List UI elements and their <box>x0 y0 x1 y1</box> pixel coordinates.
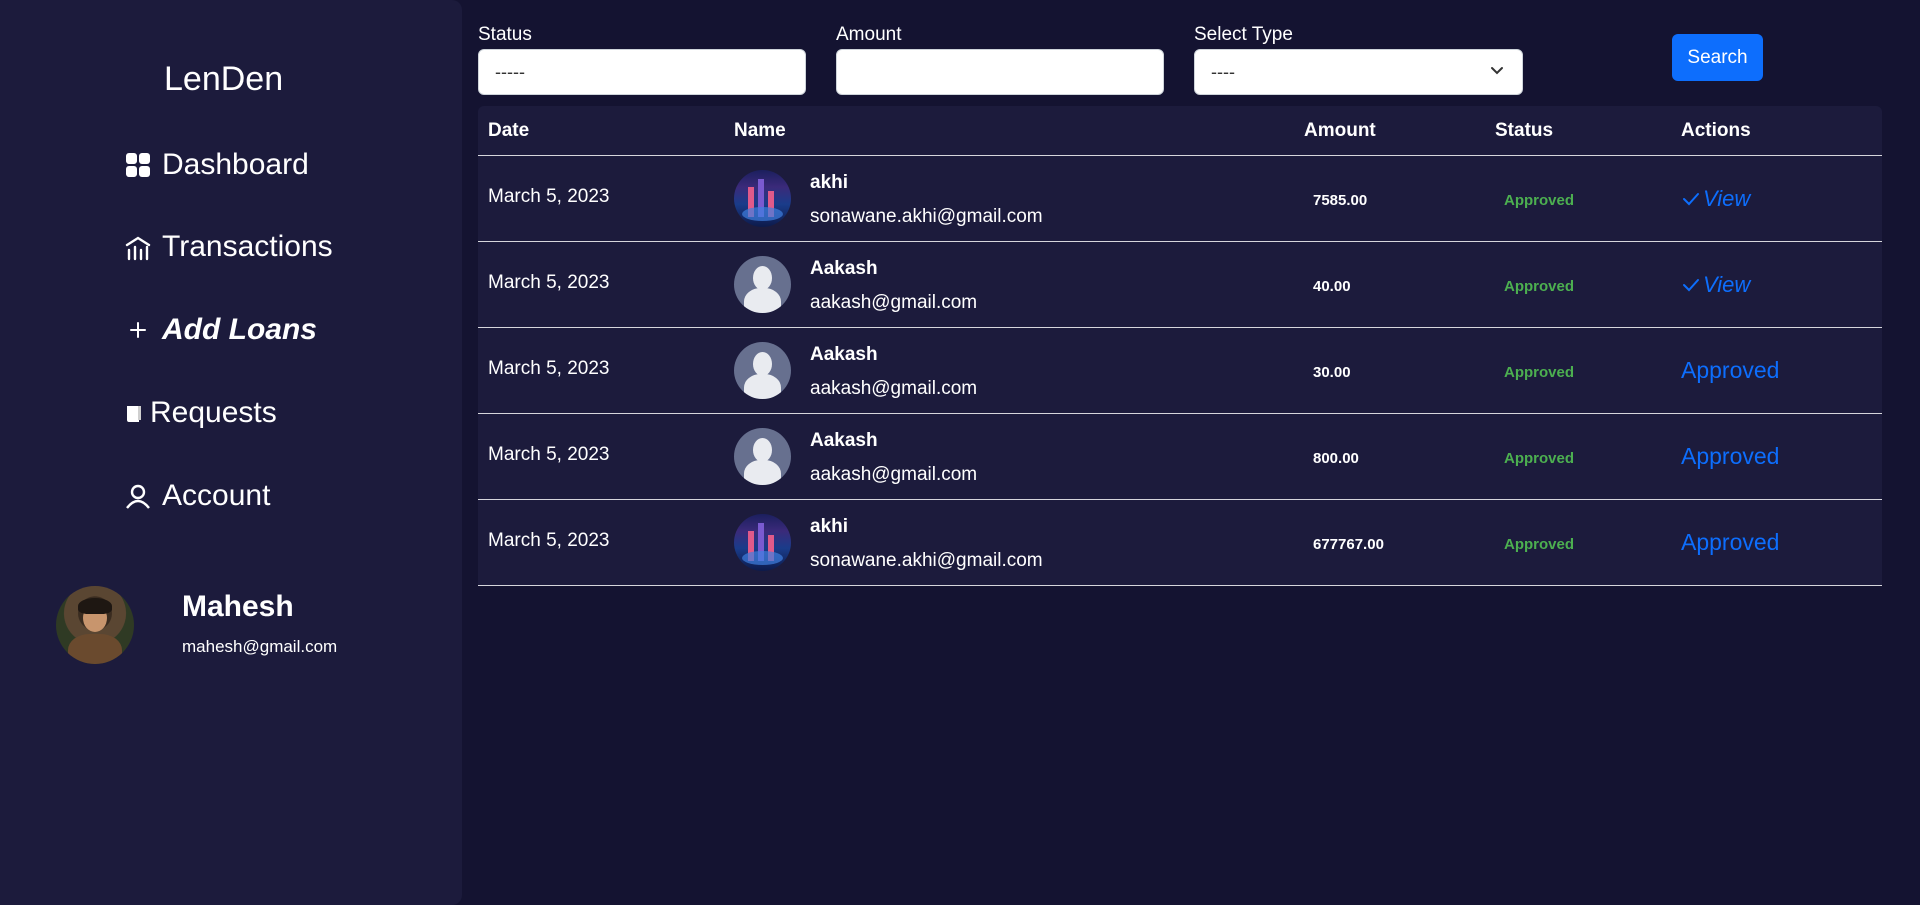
row-email: sonawane.akhi@gmail.com <box>810 550 1043 571</box>
action-status-text: Approved <box>1681 357 1780 383</box>
row-date: March 5, 2023 <box>488 358 610 379</box>
type-select-value: ---- <box>1211 61 1235 82</box>
action-status-text: Approved <box>1681 529 1780 555</box>
row-email: aakash@gmail.com <box>810 378 978 399</box>
user-avatar <box>734 342 791 399</box>
dashboard-grid-icon <box>124 151 152 179</box>
status-badge: Approved <box>1504 536 1575 553</box>
chevron-down-icon <box>1488 61 1506 84</box>
user-avatar <box>734 514 791 571</box>
user-avatar <box>734 170 791 227</box>
user-icon <box>124 482 152 510</box>
row-amount: 800.00 <box>1313 450 1359 467</box>
loans-table: Date Name Amount Status Actions March 5,… <box>478 106 1882 586</box>
sidebar-item-label: Add Loans <box>162 313 317 346</box>
sidebar-item-label: Requests <box>150 396 277 429</box>
sidebar-item-transactions[interactable]: Transactions <box>124 230 333 264</box>
brand-logo[interactable]: LenDen <box>164 60 283 99</box>
status-filter-input[interactable]: ----- <box>478 49 806 95</box>
sidebar-item-account[interactable]: Account <box>124 479 270 513</box>
column-header-amount: Amount <box>1304 120 1376 141</box>
table-row: March 5, 2023 akhi sonawane.akhi@gmail.c… <box>478 156 1882 242</box>
check-icon <box>1683 193 1699 206</box>
user-avatar <box>734 256 791 313</box>
row-amount: 7585.00 <box>1313 192 1368 209</box>
status-badge: Approved <box>1504 278 1575 295</box>
sidebar-item-label: Dashboard <box>162 148 309 181</box>
table-row: March 5, 2023 Aakash aakash@gmail.com 40… <box>478 242 1882 328</box>
row-date: March 5, 2023 <box>488 530 610 551</box>
status-filter-label: Status <box>478 24 532 45</box>
status-badge: Approved <box>1504 192 1575 209</box>
view-label: View <box>1703 186 1751 211</box>
amount-filter-input[interactable] <box>836 49 1164 95</box>
sidebar-item-add-loans[interactable]: Add Loans <box>124 313 317 347</box>
sidebar: LenDen Dashboard Transactions Add Loans … <box>0 0 462 905</box>
column-header-name: Name <box>734 120 786 141</box>
receipt-icon <box>124 399 144 427</box>
row-date: March 5, 2023 <box>488 444 610 465</box>
user-avatar <box>734 428 791 485</box>
sidebar-item-label: Transactions <box>162 230 333 263</box>
table-row: March 5, 2023 Aakash aakash@gmail.com 30… <box>478 328 1882 414</box>
row-date: March 5, 2023 <box>488 186 610 207</box>
table-header: Date Name Amount Status Actions <box>478 106 1882 156</box>
column-header-actions: Actions <box>1681 120 1751 141</box>
row-amount: 677767.00 <box>1313 536 1384 553</box>
row-amount: 40.00 <box>1313 278 1351 295</box>
type-filter-label: Select Type <box>1194 24 1293 45</box>
check-icon <box>1683 279 1699 292</box>
row-date: March 5, 2023 <box>488 272 610 293</box>
profile-avatar[interactable] <box>56 586 134 664</box>
row-email: aakash@gmail.com <box>810 464 978 485</box>
transactions-icon <box>124 233 152 261</box>
profile-email: mahesh@gmail.com <box>182 637 338 656</box>
column-header-date: Date <box>488 120 530 141</box>
row-name: akhi <box>810 172 849 193</box>
table-row: March 5, 2023 akhi sonawane.akhi@gmail.c… <box>478 500 1882 586</box>
sidebar-item-requests[interactable]: Requests <box>124 396 277 430</box>
status-badge: Approved <box>1504 364 1575 381</box>
table-row: March 5, 2023 Aakash aakash@gmail.com 80… <box>478 414 1882 500</box>
row-email: sonawane.akhi@gmail.com <box>810 206 1043 227</box>
plus-icon <box>124 316 152 344</box>
sidebar-item-dashboard[interactable]: Dashboard <box>124 148 309 182</box>
type-select[interactable]: ---- <box>1194 49 1523 95</box>
status-filter-value: ----- <box>495 61 525 82</box>
profile-name: Mahesh <box>182 590 294 623</box>
search-button[interactable]: Search <box>1672 34 1763 81</box>
amount-filter-label: Amount <box>836 24 902 45</box>
row-name: Aakash <box>810 258 878 279</box>
view-button[interactable]: View <box>1681 186 1750 212</box>
column-header-status: Status <box>1495 120 1554 141</box>
row-email: aakash@gmail.com <box>810 292 978 313</box>
status-badge: Approved <box>1504 450 1575 467</box>
view-button[interactable]: View <box>1681 272 1750 298</box>
row-name: Aakash <box>810 344 878 365</box>
row-name: Aakash <box>810 430 878 451</box>
row-name: akhi <box>810 516 849 537</box>
view-label: View <box>1703 272 1751 297</box>
row-amount: 30.00 <box>1313 364 1351 381</box>
sidebar-item-label: Account <box>162 479 271 512</box>
action-status-text: Approved <box>1681 443 1780 469</box>
